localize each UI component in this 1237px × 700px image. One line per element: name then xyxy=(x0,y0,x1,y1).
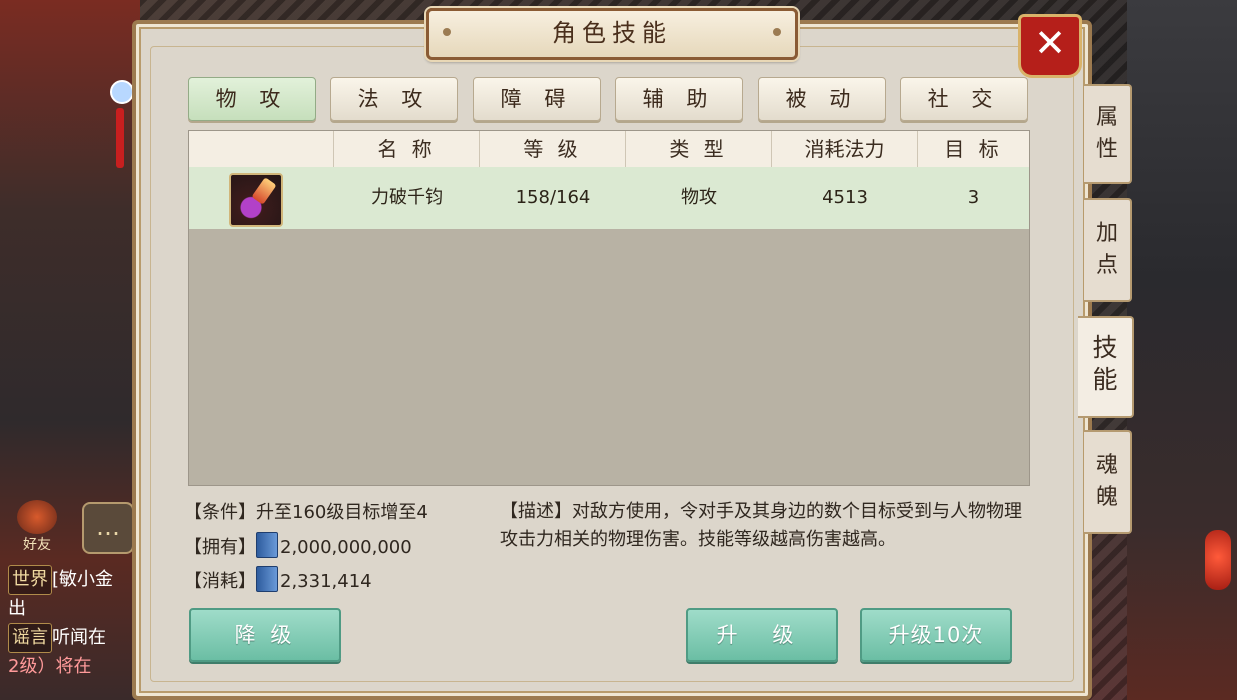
skill-type: 物攻 xyxy=(681,187,717,208)
friends-label: 好友 xyxy=(23,537,51,553)
column-header-icon xyxy=(189,131,334,167)
owned-label: 【拥有】 xyxy=(184,537,256,558)
condition-text: 升至160级目标增至4 xyxy=(256,502,428,523)
description-label: 【描述】 xyxy=(500,501,572,522)
side-tab-soul[interactable]: 魂 魄 xyxy=(1084,430,1132,534)
title-plate: 角色技能 xyxy=(426,8,798,60)
skill-table: 名 称 等 级 类 型 消耗法力 目 标 力破千钧 158/164 物攻 451… xyxy=(188,130,1030,486)
condition-line: 【条件】升至160级目标增至4 xyxy=(184,498,428,524)
skill-description: 【描述】对敌方使用，令对手及其身边的数个目标受到与人物物理攻击力相关的物理伤害。… xyxy=(500,498,1024,554)
background-building-right xyxy=(1127,0,1237,700)
tab-physical[interactable]: 物 攻 xyxy=(188,77,316,121)
chat-message: 出 xyxy=(8,598,26,619)
chat-channel-tag: 世界 xyxy=(8,565,52,595)
tab-magic[interactable]: 法 攻 xyxy=(330,77,458,121)
cost-line: 【消耗】 2,331,414 xyxy=(184,566,372,593)
tab-control[interactable]: 障 碍 xyxy=(473,77,601,121)
column-header-targets: 目 标 xyxy=(944,137,1003,161)
chat-message: 听闻在 xyxy=(52,627,106,648)
friends-icon xyxy=(17,500,57,534)
owned-line: 【拥有】 2,000,000,000 xyxy=(184,532,412,559)
skill-targets: 3 xyxy=(967,187,980,208)
side-tab-attributes[interactable]: 属 性 xyxy=(1084,84,1132,184)
tab-support[interactable]: 辅 助 xyxy=(615,77,743,121)
skill-mana-cost: 4513 xyxy=(822,187,868,208)
chat-channel-tag: 谣言 xyxy=(8,623,52,653)
chat-bubble-icon[interactable]: … xyxy=(82,502,134,554)
lantern-icon xyxy=(1205,530,1231,590)
downgrade-button[interactable]: 降 级 xyxy=(189,608,341,662)
description-text: 对敌方使用，令对手及其身边的数个目标受到与人物物理攻击力相关的物理伤害。技能等级… xyxy=(500,501,1022,550)
condition-label: 【条件】 xyxy=(184,502,256,523)
friends-button[interactable]: 好友 xyxy=(10,500,64,553)
column-header-mana-cost: 消耗法力 xyxy=(772,131,918,167)
chat-message: [敏小金 xyxy=(52,569,114,590)
owned-value: 2,000,000,000 xyxy=(280,537,412,558)
page-title: 角色技能 xyxy=(552,19,672,47)
skill-level: 158/164 xyxy=(515,187,591,208)
skill-icon xyxy=(229,173,283,227)
table-row[interactable]: 力破千钧 158/164 物攻 4513 3 xyxy=(189,167,1029,229)
tab-social[interactable]: 社 交 xyxy=(900,77,1028,121)
cost-value: 2,331,414 xyxy=(280,571,372,592)
tab-passive[interactable]: 被 动 xyxy=(758,77,886,121)
column-header-type: 类 型 xyxy=(626,131,772,167)
skill-book-icon xyxy=(256,566,278,592)
skill-book-icon xyxy=(256,532,278,558)
close-button[interactable]: ✕ xyxy=(1018,14,1082,78)
cost-label: 【消耗】 xyxy=(184,571,256,592)
chat-log: 世界 [敏小金 出 谣言 听闻在 2级）将在 xyxy=(8,565,113,681)
pendant-charm-icon xyxy=(110,60,134,180)
close-icon: ✕ xyxy=(1034,21,1066,65)
column-header-name: 名 称 xyxy=(334,131,480,167)
chat-message: 2级）将在 xyxy=(8,656,92,677)
upgrade-button[interactable]: 升 级 xyxy=(686,608,838,662)
column-header-level: 等 级 xyxy=(480,131,626,167)
side-tab-skills[interactable]: 技 能 xyxy=(1078,316,1134,418)
table-header: 名 称 等 级 类 型 消耗法力 目 标 xyxy=(189,131,1029,167)
skill-name: 力破千钧 xyxy=(371,187,443,208)
upgrade-ten-times-button[interactable]: 升级10次 xyxy=(860,608,1012,662)
side-tab-points[interactable]: 加 点 xyxy=(1084,198,1132,302)
skill-category-tabs: 物 攻 法 攻 障 碍 辅 助 被 动 社 交 xyxy=(188,77,1028,121)
